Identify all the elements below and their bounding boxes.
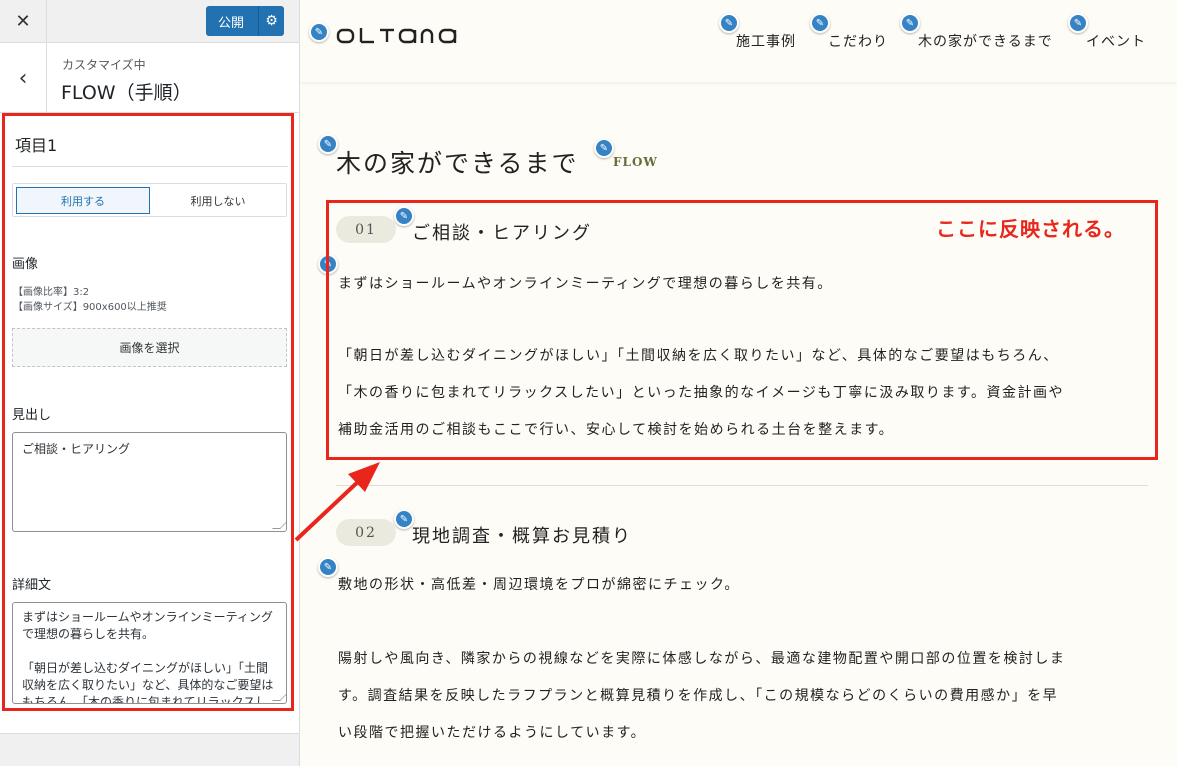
step-line (338, 604, 1138, 641)
edit-pencil-icon[interactable]: ✎ (318, 254, 338, 274)
detail-line (22, 643, 277, 660)
edit-pencil-icon[interactable]: ✎ (594, 138, 614, 158)
use-toggle: 利用する 利用しない (12, 183, 287, 217)
nav-item-commitment[interactable]: こだわり (828, 31, 888, 51)
step-text: まずはショールームやオンラインミーティングで理想の暮らしを共有。 「朝日が差し込… (338, 266, 1138, 449)
edit-pencil-icon[interactable]: ✎ (318, 557, 338, 577)
detail-textarea[interactable]: まずはショールームやオンラインミーティング で理想の暮らしを共有。 「朝日が差し… (12, 602, 287, 704)
nav-item-works[interactable]: 施工事例 (736, 31, 796, 51)
step-line: 敷地の形状・高低差・周辺環境をプロが綿密にチェック。 (338, 577, 740, 593)
step-line: い段階で把握いただけるようにしています。 (338, 725, 647, 741)
page-title: 木の家ができるまで (336, 149, 579, 178)
edit-pencil-icon[interactable]: ✎ (900, 13, 920, 33)
logo-mark (336, 28, 457, 44)
publish-label: 公開 (218, 15, 245, 31)
sidebar-footer (0, 733, 299, 766)
edit-pencil-icon[interactable]: ✎ (810, 13, 830, 33)
detail-line: 「朝日が差し込むダイニングがほしい」「土間 (22, 661, 269, 675)
control-panel: 項目1 利用する 利用しない 画像 【画像比率】3:2 【画像サイズ】900x6… (0, 113, 299, 733)
step-number: 02 (336, 519, 396, 546)
step-line: 「木の香りに包まれてリラックスしたい」といった抽象的なイメージも丁寧に汲み取りま… (338, 385, 1064, 401)
back-icon[interactable]: ‹ (0, 43, 47, 113)
customizer-sidebar: ✕ 公開 ⚙ ‹ カスタマイズ中 FLOW（手順） 項目1 利用する 利用しない… (0, 0, 300, 766)
nav-item-event[interactable]: イベント (1086, 31, 1146, 51)
site-header: ✎ ✎ 施工事例 ✎ こだわり ✎ 木の家ができるまで ✎ イベント (300, 0, 1177, 82)
edit-pencil-icon[interactable]: ✎ (318, 134, 338, 154)
step-line (338, 303, 1138, 338)
page-subtitle: FLOW (613, 155, 658, 169)
image-ratio-note: 【画像比率】3:2 (13, 287, 90, 298)
edit-pencil-icon[interactable]: ✎ (1068, 13, 1088, 33)
edit-pencil-icon[interactable]: ✎ (394, 206, 414, 226)
heading-value: ご相談・ヒアリング (22, 442, 131, 456)
item-title: 項目1 (15, 136, 58, 155)
gear-icon[interactable]: ⚙ (259, 13, 284, 29)
detail-line: もちろん、「木の香りに包まれてリラックスし (22, 695, 268, 704)
image-size-note: 【画像サイズ】900x600以上推奨 (13, 302, 167, 313)
step-text: 敷地の形状・高低差・周辺環境をプロが綿密にチェック。 陽射しや風向き、隣家からの… (338, 567, 1138, 752)
step-title: ご相談・ヒアリング (412, 223, 592, 244)
publish-button[interactable]: 公開 ⚙ (206, 6, 284, 36)
edit-pencil-icon[interactable]: ✎ (719, 13, 739, 33)
site-preview: ✎ ✎ 施工事例 ✎ こだわり ✎ 木の家ができるまで ✎ イベント ✎ 木の家… (300, 0, 1177, 766)
section-title: FLOW（手順） (61, 82, 192, 104)
close-icon[interactable]: ✕ (0, 0, 47, 43)
step-divider (336, 485, 1148, 486)
toggle-use-button[interactable]: 利用する (16, 187, 150, 214)
step-line: まずはショールームやオンラインミーティングで理想の暮らしを共有。 (338, 276, 833, 292)
image-label: 画像 (12, 257, 39, 272)
resize-handle[interactable] (272, 521, 286, 529)
heading-textarea[interactable]: ご相談・ヒアリング (12, 432, 287, 532)
heading-label: 見出し (12, 408, 52, 423)
step-line: す。調査結果を反映したラフプランと概算見積りを作成し、「この規模ならどのくらいの… (338, 688, 1059, 704)
step-line: 陽射しや風向き、隣家からの視線などを実際に体感しながら、最適な建物配置や開口部の… (338, 651, 1066, 667)
toggle-not-use-button[interactable]: 利用しない (151, 187, 285, 214)
callout-text: ここに反映される。 (936, 217, 1125, 241)
customizer-topbar: ✕ 公開 ⚙ (0, 0, 299, 43)
breadcrumb: カスタマイズ中 (62, 58, 146, 72)
step-title: 現地調査・概算お見積り (412, 526, 632, 547)
detail-label: 詳細文 (12, 578, 52, 593)
nav-item-flow[interactable]: 木の家ができるまで (918, 31, 1053, 51)
detail-line: 収納を広く取りたい」など、具体的なご要望は (22, 678, 274, 692)
section-header: ‹ カスタマイズ中 FLOW（手順） (0, 43, 299, 113)
step-number: 01 (336, 216, 396, 243)
step-line: 「朝日が差し込むダイニングがほしい」「土間収納を広く取りたい」など、具体的なご要… (338, 348, 1059, 364)
edit-pencil-icon[interactable]: ✎ (394, 509, 414, 529)
select-image-button[interactable]: 画像を選択 (12, 328, 287, 367)
detail-line: まずはショールームやオンラインミーティング (22, 610, 273, 624)
step-line: 補助金活用のご相談もここで行い、安心して検討を始められる土台を整えます。 (338, 422, 895, 438)
detail-line: で理想の暮らしを共有。 (22, 627, 155, 641)
edit-pencil-icon[interactable]: ✎ (309, 22, 329, 42)
divider (12, 166, 288, 167)
site-logo[interactable] (336, 24, 472, 52)
